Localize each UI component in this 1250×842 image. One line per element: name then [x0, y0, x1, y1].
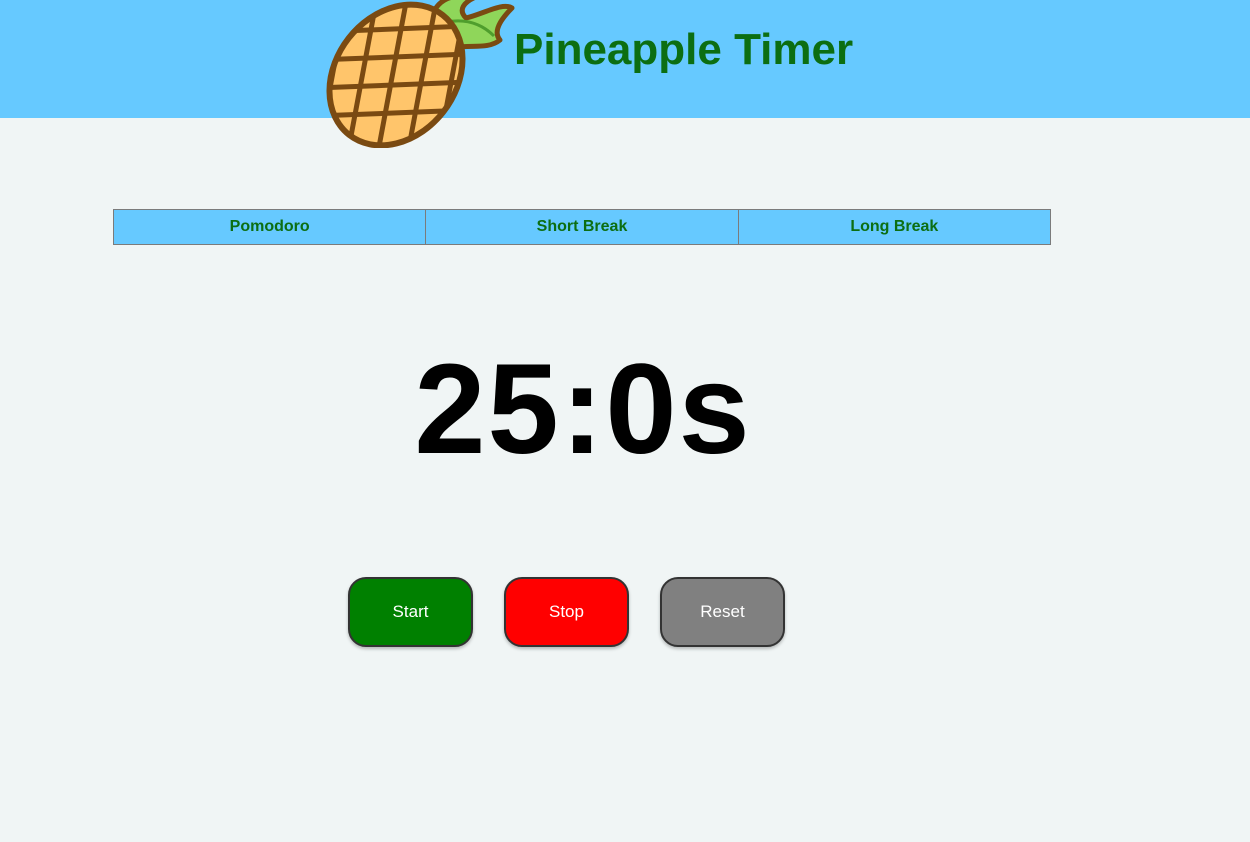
app-title: Pineapple Timer — [514, 25, 854, 74]
tab-pomodoro[interactable]: Pomodoro — [113, 209, 427, 245]
timer-display: 25:0s — [414, 338, 752, 481]
reset-button[interactable]: Reset — [660, 577, 785, 647]
start-button[interactable]: Start — [348, 577, 473, 647]
mode-tabs: Pomodoro Short Break Long Break — [113, 209, 1051, 245]
stop-button[interactable]: Stop — [504, 577, 629, 647]
tab-long-break[interactable]: Long Break — [737, 209, 1051, 245]
pineapple-icon — [318, 0, 515, 148]
tab-short-break[interactable]: Short Break — [425, 209, 739, 245]
